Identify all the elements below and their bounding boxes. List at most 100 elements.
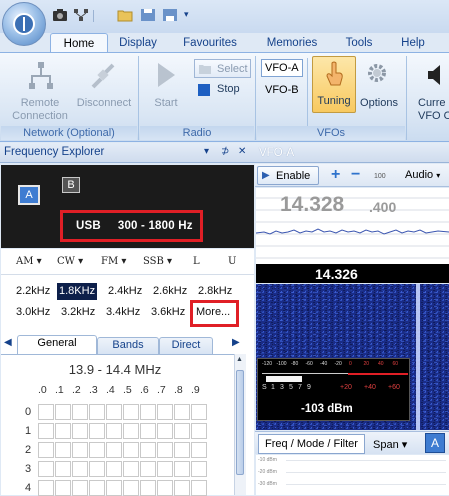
folder-icon[interactable] — [117, 8, 133, 22]
frequency-cell[interactable] — [140, 404, 156, 420]
vfo-b-selector[interactable]: VFO-B — [262, 82, 302, 100]
frequency-cell[interactable] — [191, 442, 207, 458]
vfo-b-button[interactable]: B — [62, 177, 80, 193]
frequency-display[interactable]: 14.328 — [280, 193, 344, 217]
frequency-cell[interactable] — [157, 480, 173, 496]
frequency-cell[interactable] — [38, 480, 54, 496]
frequency-cell[interactable] — [72, 423, 88, 439]
frequency-cell[interactable] — [55, 480, 71, 496]
network-icon[interactable] — [73, 8, 89, 22]
frequency-cell[interactable] — [191, 423, 207, 439]
pin-icon[interactable]: ⊅ — [221, 146, 229, 157]
start-button[interactable]: Start — [145, 97, 187, 110]
frequency-cell[interactable] — [55, 404, 71, 420]
frequency-cell[interactable] — [89, 442, 105, 458]
frequency-cell[interactable] — [157, 423, 173, 439]
frequency-cell[interactable] — [140, 442, 156, 458]
fm-dropdown[interactable]: FM ▾ — [101, 256, 126, 267]
save-icon[interactable] — [140, 8, 156, 22]
tab-memories[interactable]: Memories — [258, 33, 326, 53]
frequency-cell[interactable] — [72, 442, 88, 458]
frequency-cell[interactable] — [174, 442, 190, 458]
frequency-cell[interactable] — [123, 442, 139, 458]
frequency-cell[interactable] — [72, 461, 88, 477]
bandwidth-button[interactable]: 3.0kHz — [14, 304, 52, 321]
frequency-cell[interactable] — [174, 480, 190, 496]
app-menu-button[interactable] — [2, 2, 46, 46]
close-icon[interactable]: ✕ — [238, 146, 246, 157]
frequency-cell[interactable] — [123, 423, 139, 439]
frequency-cell[interactable] — [55, 423, 71, 439]
bandwidth-button[interactable]: 2.4kHz — [106, 283, 144, 300]
tab-direct[interactable]: Direct — [159, 337, 213, 354]
frequency-cell[interactable] — [89, 461, 105, 477]
am-dropdown[interactable]: AM ▾ — [16, 256, 42, 267]
tab-scroll-right-icon[interactable]: ▶ — [232, 337, 240, 348]
frequency-cell[interactable] — [38, 461, 54, 477]
bandwidth-button[interactable]: 3.4kHz — [104, 304, 142, 321]
vfo-a-selector[interactable]: VFO-A — [261, 59, 303, 77]
frequency-cell[interactable] — [89, 404, 105, 420]
stop-button[interactable]: Stop — [217, 83, 240, 95]
current-vfo-options-button[interactable]: Curre VFO O — [418, 97, 449, 123]
frequency-cell[interactable] — [106, 423, 122, 439]
span-dropdown[interactable]: Span ▾ — [373, 438, 407, 451]
frequency-cell[interactable] — [157, 404, 173, 420]
tab-home[interactable]: Home — [50, 33, 108, 53]
camera-icon[interactable] — [52, 8, 68, 22]
tab-help[interactable]: Help — [392, 33, 434, 53]
frequency-cell[interactable] — [123, 480, 139, 496]
frequency-cell[interactable] — [191, 461, 207, 477]
frequency-cell[interactable] — [38, 423, 54, 439]
qat-customize-icon[interactable]: ▾ — [184, 9, 189, 20]
select-button[interactable]: Select — [194, 59, 251, 78]
tab-bands[interactable]: Bands — [97, 337, 159, 354]
disconnect-button[interactable]: Disconnect — [72, 97, 136, 110]
frequency-cell[interactable] — [106, 461, 122, 477]
enable-button[interactable]: ▶ Enable — [257, 166, 319, 185]
tab-general[interactable]: General — [17, 335, 97, 354]
usb-button[interactable]: U — [228, 256, 236, 267]
ssb-dropdown[interactable]: SSB ▾ — [143, 256, 172, 267]
cw-dropdown[interactable]: CW ▾ — [57, 256, 83, 267]
tab-scroll-left-icon[interactable]: ◀ — [4, 337, 12, 348]
bandwidth-button[interactable]: 3.6kHz — [149, 304, 187, 321]
frequency-cell[interactable] — [140, 461, 156, 477]
frequency-cell[interactable] — [174, 461, 190, 477]
bandwidth-button[interactable]: 3.2kHz — [59, 304, 97, 321]
options-button[interactable]: Options — [356, 97, 402, 110]
save-as-icon[interactable] — [162, 8, 178, 22]
frequency-cell[interactable] — [191, 404, 207, 420]
vfo-a-button[interactable]: A — [18, 185, 40, 205]
bandwidth-button-selected[interactable]: 1.8KHz — [57, 283, 98, 300]
frequency-cell[interactable] — [38, 442, 54, 458]
frequency-cell[interactable] — [106, 442, 122, 458]
frequency-cell[interactable] — [174, 423, 190, 439]
frequency-cell[interactable] — [123, 404, 139, 420]
zoom-in-icon[interactable]: + — [331, 166, 340, 184]
audio-dropdown[interactable]: Audio ▾ — [391, 167, 449, 185]
zoom-out-icon[interactable]: − — [351, 166, 360, 184]
tab-freq-mode-filter[interactable]: Freq / Mode / Filter — [258, 434, 365, 454]
frequency-cell[interactable] — [140, 480, 156, 496]
scrollbar-thumb[interactable] — [236, 370, 244, 475]
frequency-cell[interactable] — [106, 480, 122, 496]
tab-display[interactable]: Display — [110, 33, 166, 53]
tab-favourites[interactable]: Favourites — [170, 33, 250, 53]
frequency-cell[interactable] — [89, 480, 105, 496]
frequency-cell[interactable] — [157, 442, 173, 458]
frequency-cell[interactable] — [140, 423, 156, 439]
scroll-up-icon[interactable]: ▲ — [236, 356, 243, 363]
tuning-button[interactable]: Tuning — [312, 56, 356, 113]
frequency-cell[interactable] — [106, 404, 122, 420]
lsb-button[interactable]: L — [193, 256, 200, 267]
panel-menu-icon[interactable]: ▾ — [204, 146, 209, 157]
remote-connection-button[interactable]: Remote Connection — [2, 97, 78, 123]
frequency-cell[interactable] — [38, 404, 54, 420]
frequency-cell[interactable] — [72, 404, 88, 420]
frequency-cell[interactable] — [55, 442, 71, 458]
bandwidth-button[interactable]: 2.8kHz — [196, 283, 234, 300]
bandwidth-button[interactable]: 2.6kHz — [151, 283, 189, 300]
bandwidth-button[interactable]: 2.2kHz — [14, 283, 52, 300]
frequency-cell[interactable] — [191, 480, 207, 496]
